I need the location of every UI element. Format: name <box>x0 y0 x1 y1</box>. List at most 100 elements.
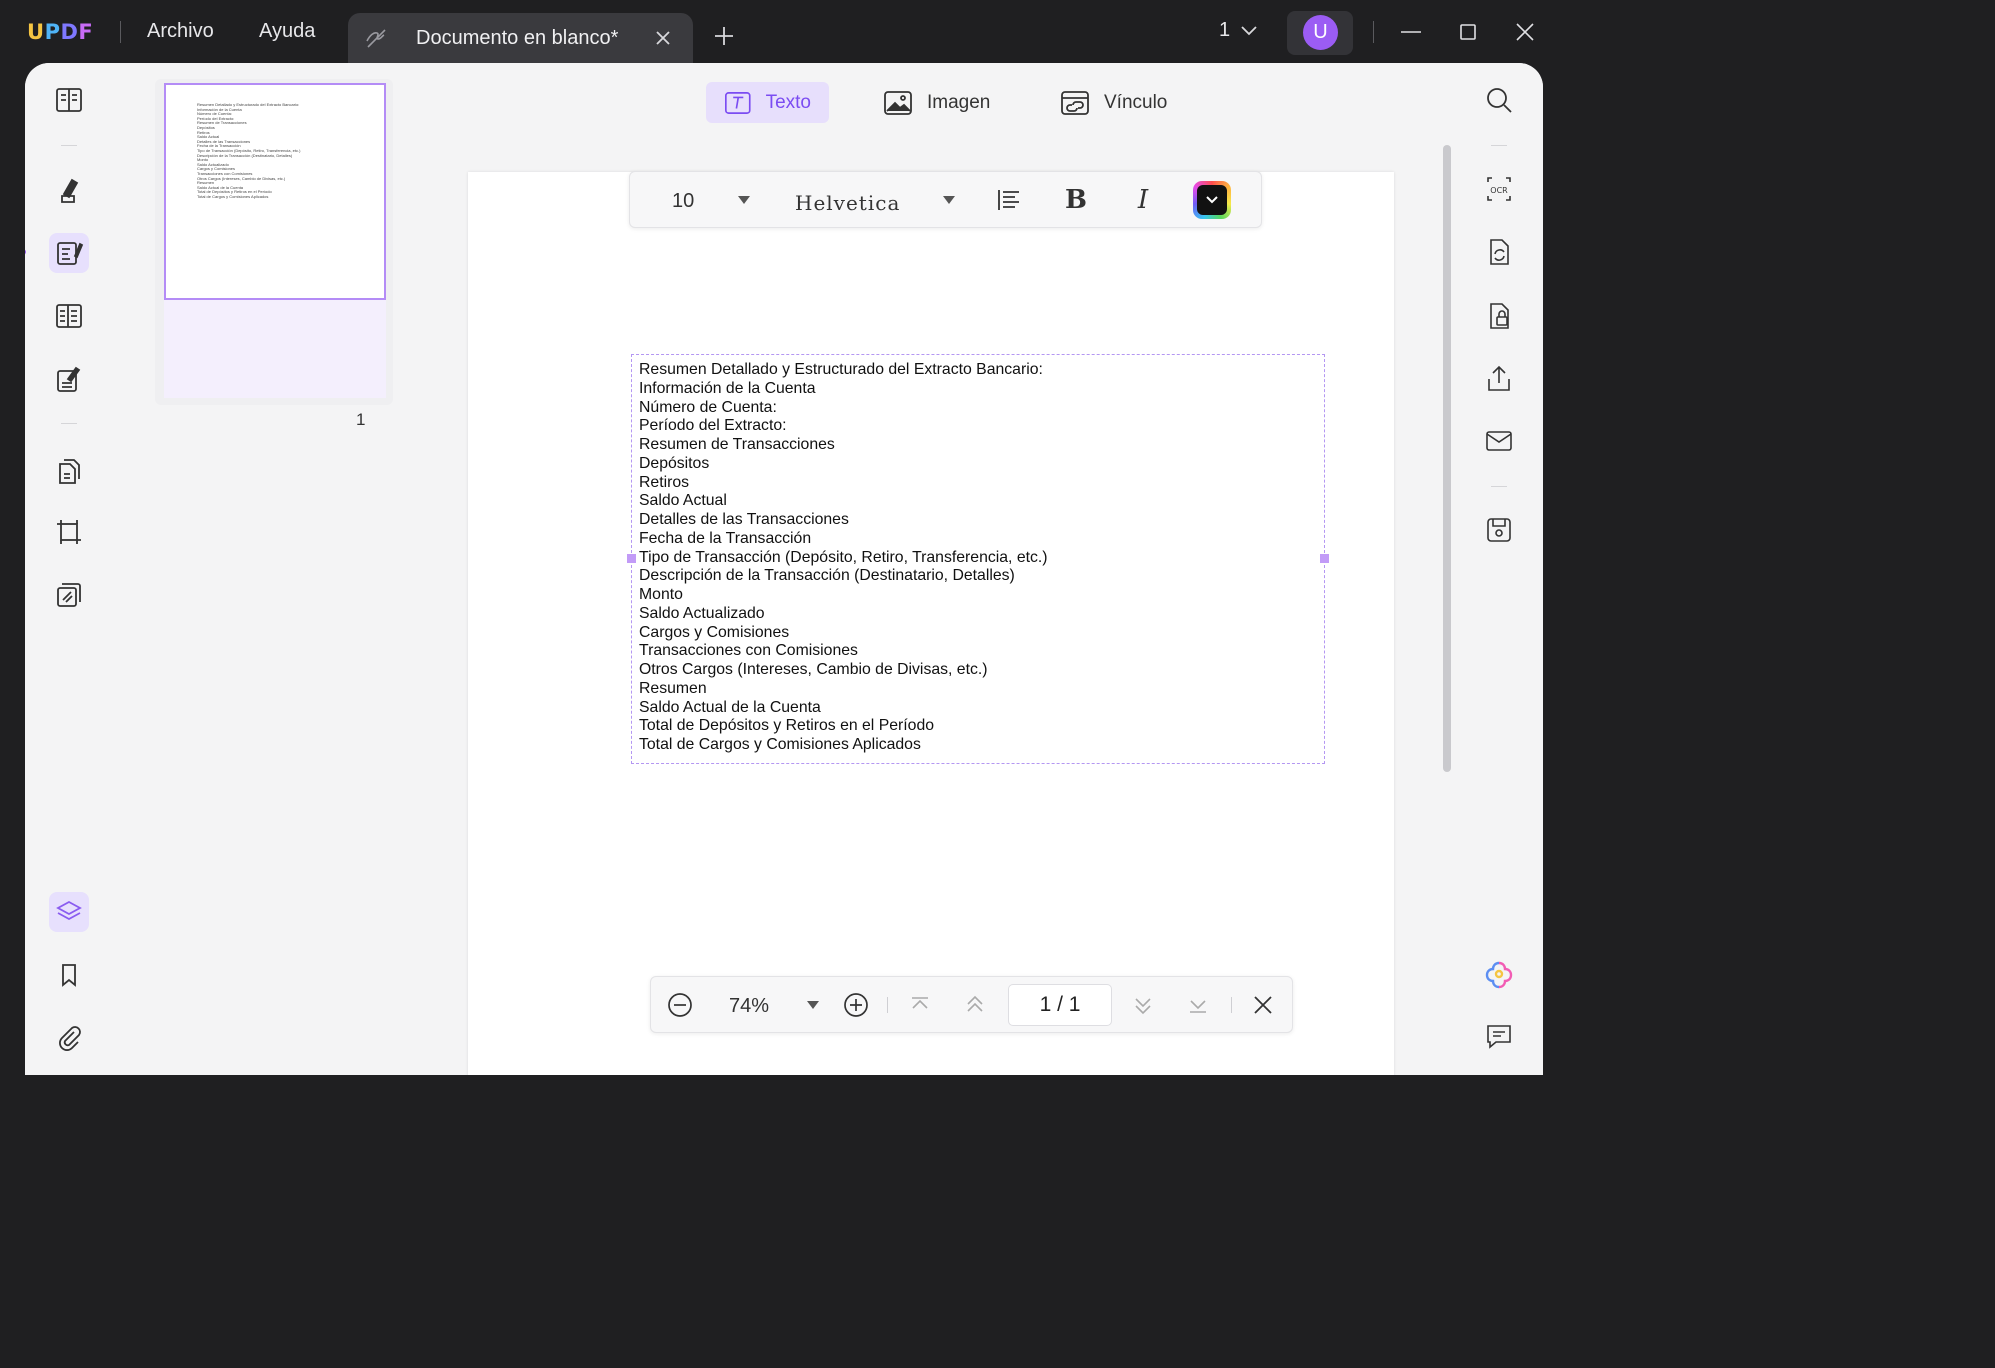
vertical-scrollbar[interactable] <box>1443 145 1451 772</box>
comment-button[interactable] <box>1482 1019 1516 1053</box>
comment-icon <box>1487 1025 1511 1049</box>
image-tool-icon <box>884 90 912 115</box>
edit-pdf-button[interactable] <box>49 233 89 273</box>
zoom-separator <box>887 997 888 1013</box>
protect-button[interactable] <box>1482 299 1516 333</box>
bold-icon: B <box>1065 185 1087 215</box>
email-button[interactable] <box>1482 424 1516 458</box>
attachment-icon <box>59 1026 81 1051</box>
first-page-icon[interactable] <box>907 992 933 1018</box>
save-icon <box>1487 518 1511 542</box>
font-size-caret-icon[interactable] <box>738 196 750 205</box>
resize-handle-left[interactable] <box>627 554 636 563</box>
tab-texto[interactable]: Texto <box>706 82 829 123</box>
maximize-icon[interactable] <box>1456 20 1480 44</box>
menu-ayuda[interactable]: Ayuda <box>259 20 315 43</box>
text-color-button[interactable] <box>1193 181 1231 219</box>
crop-icon <box>57 520 81 544</box>
reader-button[interactable] <box>49 80 89 120</box>
zoom-caret-icon[interactable] <box>807 1001 819 1010</box>
comment-tool-button[interactable] <box>49 171 89 211</box>
text-format-toolbar: 10 Helvetica B I <box>629 171 1262 228</box>
edit-tabs: Texto Imagen Vínculo <box>435 82 1455 124</box>
link-tool-icon <box>1061 90 1089 115</box>
font-family-caret-icon[interactable] <box>943 196 955 205</box>
document-line[interactable]: Total de Depósitos y Retiros en el Perío… <box>639 717 1048 736</box>
close-tab-icon[interactable] <box>653 28 673 48</box>
document-line[interactable]: Saldo Actual de la Cuenta <box>639 699 1048 718</box>
thumbnail-selection-area <box>164 300 386 398</box>
zoom-in-icon[interactable] <box>843 992 869 1018</box>
document-line[interactable]: Período del Extracto: <box>639 417 1048 436</box>
zoom-value[interactable]: 74% <box>729 995 769 1018</box>
document-tab[interactable]: Documento en blanco* <box>348 13 693 64</box>
close-window-icon[interactable] <box>1513 20 1537 44</box>
attachment-button[interactable] <box>49 1018 89 1058</box>
document-line[interactable]: Información de la Cuenta <box>639 380 1048 399</box>
italic-button[interactable]: I <box>1126 183 1160 217</box>
page-selector[interactable]: 1 <box>1219 19 1230 42</box>
bookmark-button[interactable] <box>49 955 89 995</box>
document-line[interactable]: Depósitos <box>639 455 1048 474</box>
align-left-button[interactable] <box>992 183 1026 217</box>
save-button[interactable] <box>1482 513 1516 547</box>
organize-pages-button[interactable] <box>49 451 89 491</box>
form-button[interactable] <box>49 296 89 336</box>
document-line[interactable]: Resumen de Transacciones <box>639 436 1048 455</box>
text-tool-icon <box>725 91 751 114</box>
document-line[interactable]: Monto <box>639 586 1048 605</box>
thumbnail-panel: Resumen Detallado y Estructurado del Ext… <box>113 63 435 1075</box>
crop-button[interactable] <box>49 512 89 552</box>
account-button[interactable]: U <box>1287 11 1353 55</box>
document-line[interactable]: Tipo de Transacción (Depósito, Retiro, T… <box>639 549 1048 568</box>
document-line[interactable]: Detalles de las Transacciones <box>639 511 1048 530</box>
last-page-icon[interactable] <box>1185 992 1211 1018</box>
share-button[interactable] <box>1482 362 1516 396</box>
document-line[interactable]: Total de Cargos y Comisiones Aplicados <box>639 736 1048 755</box>
document-line[interactable]: Resumen Detallado y Estructurado del Ext… <box>639 361 1048 380</box>
align-left-icon <box>998 190 1019 210</box>
document-line[interactable]: Otros Cargos (Intereses, Cambio de Divis… <box>639 661 1048 680</box>
document-line[interactable]: Fecha de la Transacción <box>639 530 1048 549</box>
menu-archivo[interactable]: Archivo <box>147 20 214 43</box>
bookmark-icon <box>62 964 76 987</box>
resize-handle-right[interactable] <box>1320 554 1329 563</box>
document-line[interactable]: Saldo Actual <box>639 492 1048 511</box>
previous-page-icon[interactable] <box>962 992 988 1018</box>
avatar: U <box>1303 15 1338 50</box>
watermark-icon <box>57 583 81 607</box>
bold-button[interactable]: B <box>1059 183 1093 217</box>
minimize-icon[interactable] <box>1399 20 1423 44</box>
zoom-toolbar: 74% 1 / 1 <box>650 976 1293 1033</box>
text-box[interactable]: Resumen Detallado y Estructurado del Ext… <box>627 354 1329 764</box>
search-button[interactable] <box>1482 83 1516 117</box>
document-line[interactable]: Resumen <box>639 680 1048 699</box>
close-toolbar-icon[interactable] <box>1250 992 1276 1018</box>
zoom-out-icon[interactable] <box>667 992 693 1018</box>
ai-assistant-button[interactable] <box>1482 957 1516 991</box>
next-page-icon[interactable] <box>1130 992 1156 1018</box>
fill-sign-button[interactable] <box>49 360 89 400</box>
document-line[interactable]: Descripción de la Transacción (Destinata… <box>639 567 1048 586</box>
tab-vinculo[interactable]: Vínculo <box>1042 82 1185 123</box>
document-line[interactable]: Cargos y Comisiones <box>639 624 1048 643</box>
watermark-button[interactable] <box>49 575 89 615</box>
thumbnail-page: Resumen Detallado y Estructurado del Ext… <box>164 83 386 300</box>
tab-imagen[interactable]: Imagen <box>865 82 1008 123</box>
document-line[interactable]: Retiros <box>639 474 1048 493</box>
layers-button[interactable] <box>49 892 89 932</box>
chevron-down-icon[interactable] <box>1240 24 1258 38</box>
document-text[interactable]: Resumen Detallado y Estructurado del Ext… <box>639 361 1048 755</box>
font-family-value[interactable]: Helvetica <box>795 191 900 215</box>
edit-mode-icon <box>366 29 386 48</box>
page-indicator[interactable]: 1 / 1 <box>1008 984 1112 1026</box>
convert-button[interactable] <box>1482 235 1516 269</box>
document-line[interactable]: Saldo Actualizado <box>639 605 1048 624</box>
document-line[interactable]: Transacciones con Comisiones <box>639 642 1048 661</box>
add-tab-icon[interactable] <box>713 25 735 47</box>
share-icon <box>1488 365 1510 391</box>
font-size-value[interactable]: 10 <box>672 190 694 213</box>
page-thumbnail[interactable]: Resumen Detallado y Estructurado del Ext… <box>155 79 393 405</box>
document-line[interactable]: Número de Cuenta: <box>639 399 1048 418</box>
ocr-button[interactable]: OCR <box>1482 172 1516 206</box>
